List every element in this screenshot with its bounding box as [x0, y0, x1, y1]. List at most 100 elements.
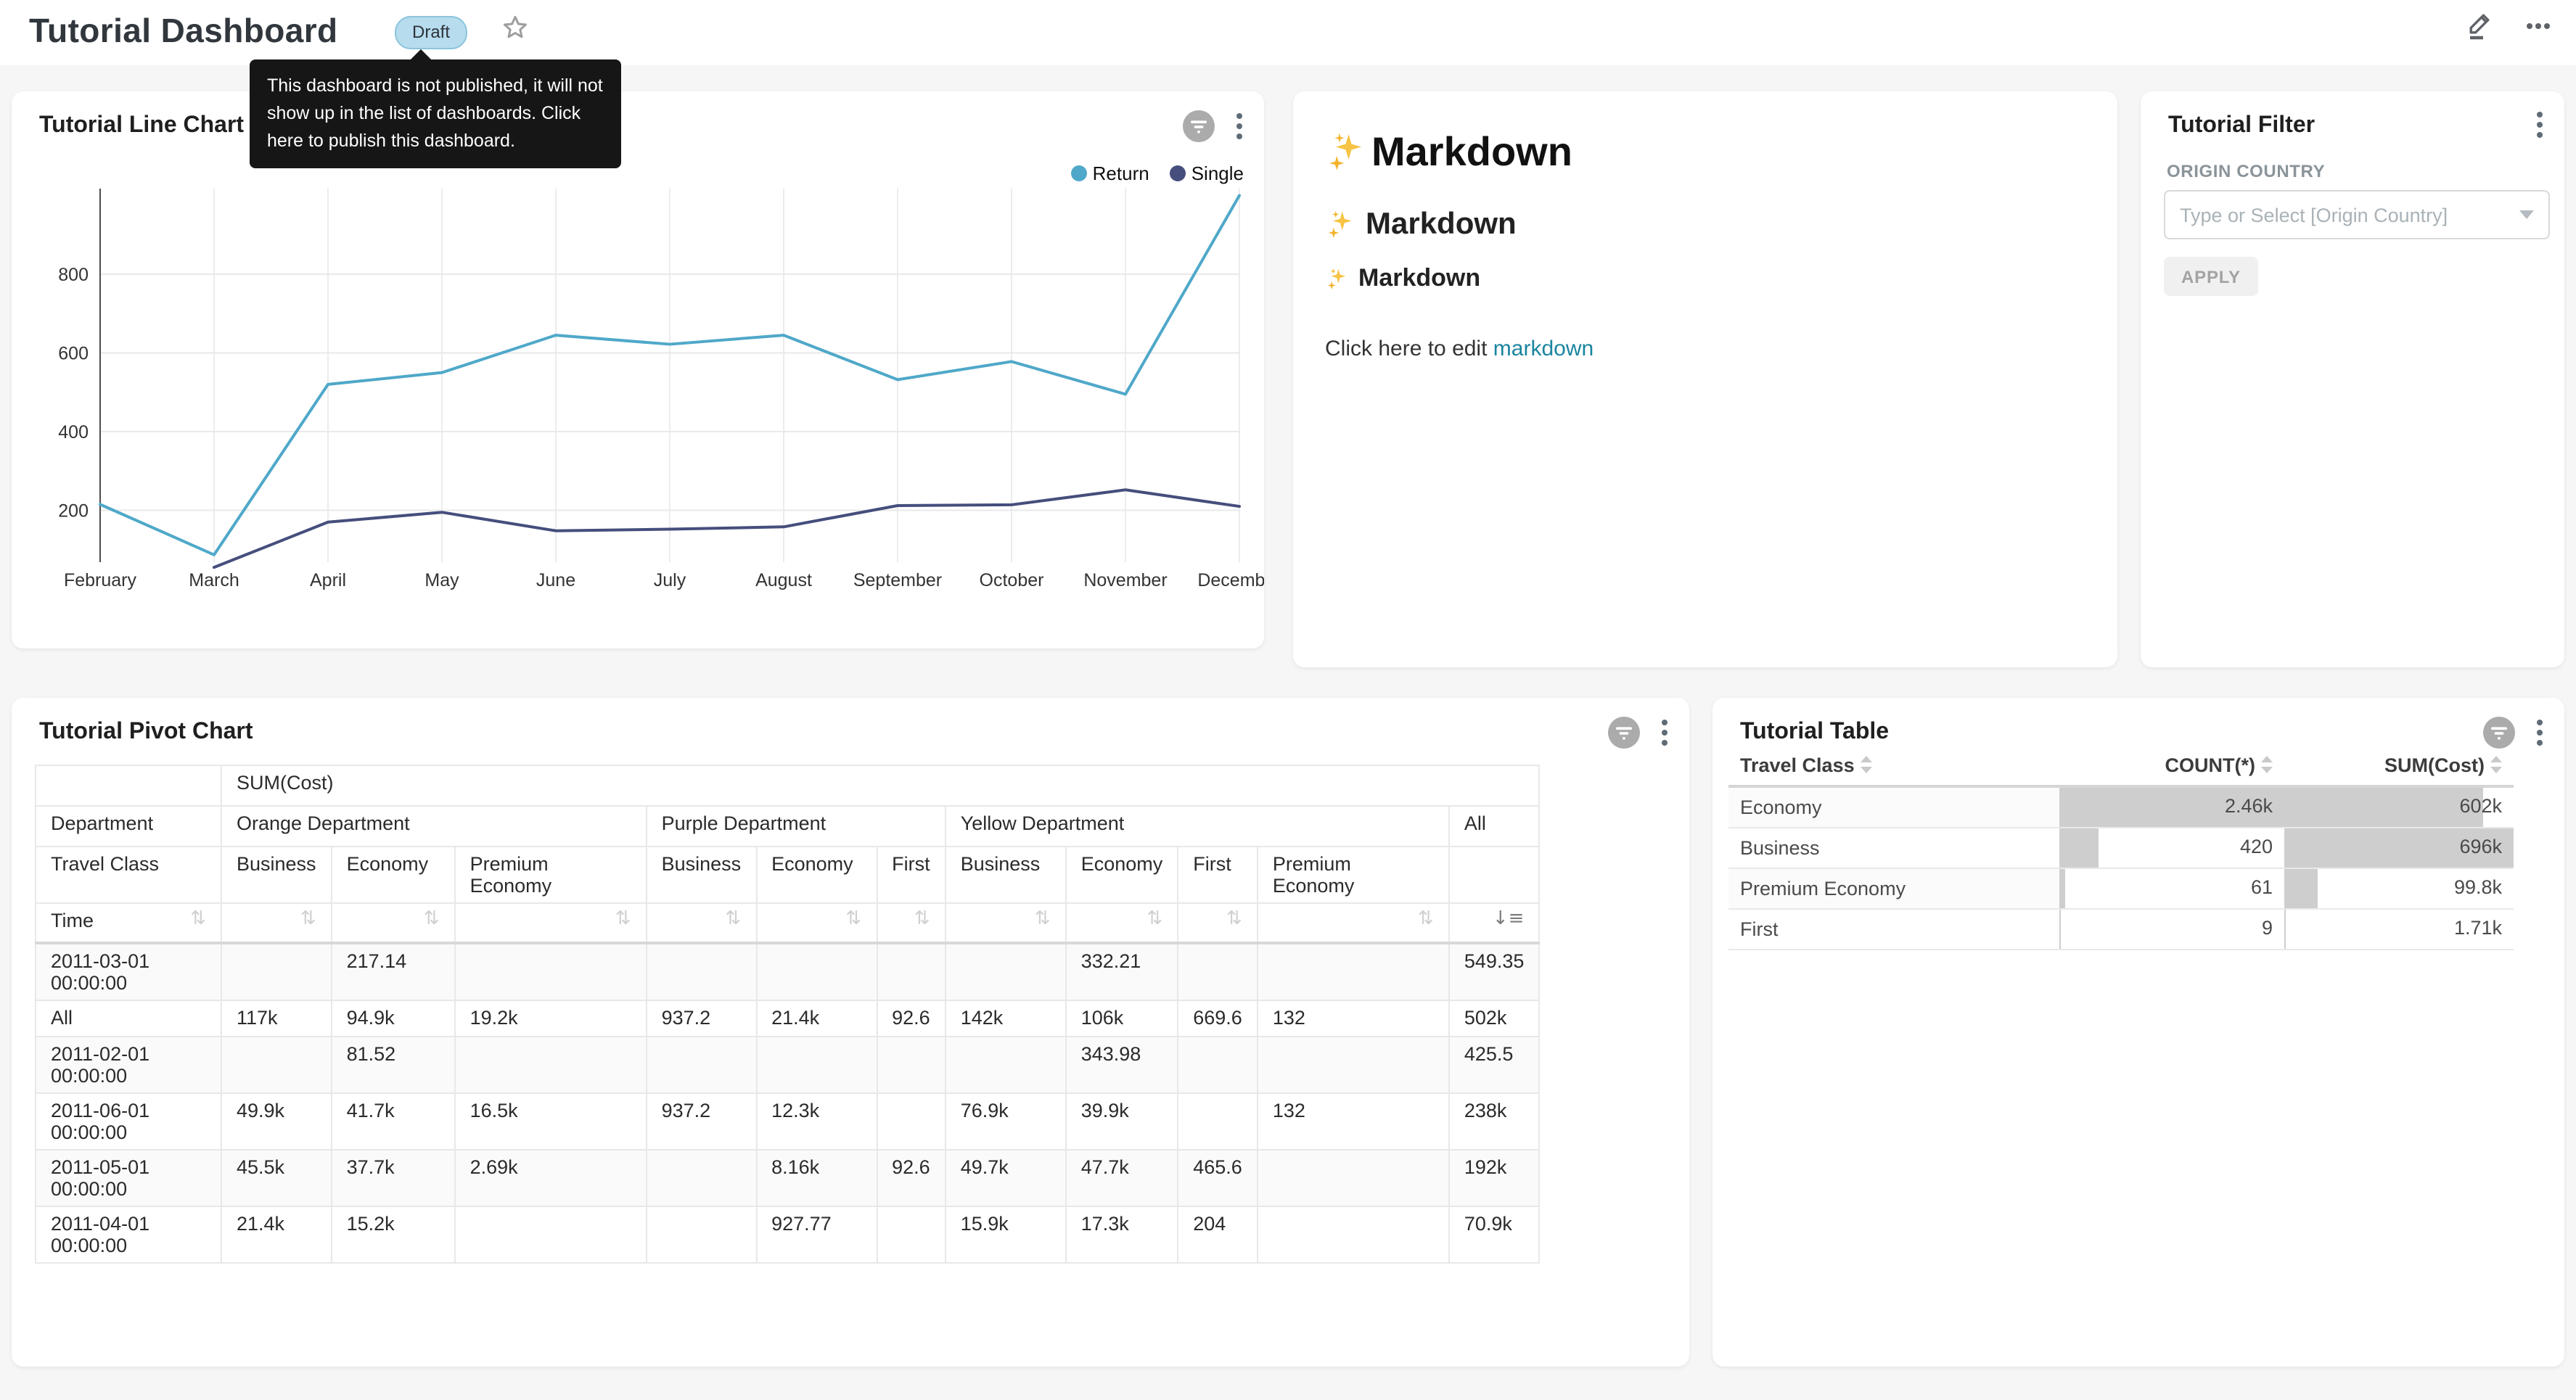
markdown-heading-2: Markdown	[1325, 207, 2085, 242]
pivot-value-cell: 204	[1178, 1206, 1258, 1263]
pivot-value-cell: 21.4k	[756, 1000, 877, 1037]
pivot-value-cell: 81.52	[332, 1037, 455, 1093]
sort-icon[interactable]	[1861, 756, 1872, 773]
pivot-value-cell	[877, 1037, 946, 1093]
status-badge[interactable]: Draft	[395, 16, 467, 49]
sort-icon[interactable]: ⇅	[190, 910, 206, 930]
pivot-class-col: Economy	[1066, 847, 1178, 903]
edit-dashboard-icon[interactable]	[2463, 9, 2498, 44]
table-row: Premium Economy 61 99.8k	[1728, 868, 2514, 909]
pivot-value-cell: 47.7k	[1066, 1150, 1178, 1206]
sum-cost-cell: 1.71k	[2284, 909, 2514, 950]
sparkles-icon	[1325, 266, 1350, 291]
sort-icon[interactable]: ⇅	[1147, 910, 1162, 930]
svg-text:October: October	[980, 570, 1044, 590]
col-header-count[interactable]: COUNT(*)	[2059, 746, 2284, 786]
col-header-travel-class[interactable]: Travel Class	[1728, 746, 2059, 786]
filter-kebab-menu-icon[interactable]	[2534, 109, 2546, 141]
table-kebab-menu-icon[interactable]	[2534, 717, 2546, 749]
filter-indicator-icon[interactable]	[1607, 715, 1641, 750]
pivot-class-col: First	[877, 847, 946, 903]
markdown-card: Markdown Markdown Markdown Click	[1293, 91, 2117, 667]
pivot-value-cell	[1258, 943, 1449, 1000]
pivot-value-cell	[647, 1206, 757, 1263]
pivot-row: 2011-04-01 00:00:0021.4k15.2k927.7715.9k…	[36, 1206, 1539, 1263]
pivot-value-cell: 425.5	[1449, 1037, 1540, 1093]
filter-indicator-icon[interactable]	[2482, 715, 2516, 750]
topbar-actions	[2463, 9, 2556, 44]
pivot-value-cell: 41.7k	[332, 1093, 455, 1150]
sort-icon[interactable]: ⇅	[424, 910, 440, 930]
svg-text:600: 600	[58, 344, 89, 364]
pivot-class-col: Economy	[756, 847, 877, 903]
sort-icon[interactable]: ⇅	[615, 910, 631, 930]
markdown-paragraph: Click here to edit markdown	[1325, 337, 2085, 361]
pivot-value-cell	[647, 943, 757, 1000]
pivot-value-cell: 2.69k	[455, 1150, 647, 1206]
sort-icon[interactable]	[2261, 756, 2273, 773]
pivot-value-cell	[1258, 1206, 1449, 1263]
pivot-value-cell: 8.16k	[756, 1150, 877, 1206]
pivot-class-col: Premium Economy	[455, 847, 647, 903]
pivot-value-cell: 12.3k	[756, 1093, 877, 1150]
sort-icon[interactable]: ⇅	[1418, 910, 1434, 930]
sum-cost-cell: 696k	[2284, 828, 2514, 868]
pivot-value-cell: 238k	[1449, 1093, 1540, 1150]
pivot-value-cell: 45.5k	[221, 1150, 332, 1206]
pivot-value-cell: 502k	[1449, 1000, 1540, 1037]
sort-icon[interactable]: ⇅	[1035, 910, 1051, 930]
pivot-value-cell	[1178, 943, 1258, 1000]
sort-icon[interactable]: ⇅	[300, 910, 316, 930]
pivot-value-cell: 49.9k	[221, 1093, 332, 1150]
pivot-value-cell: 21.4k	[221, 1206, 332, 1263]
pivot-value-cell: 92.6	[877, 1150, 946, 1206]
sort-icon[interactable]: ⇅	[725, 910, 741, 930]
pivot-class-col: Business	[946, 847, 1066, 903]
pivot-kebab-menu-icon[interactable]	[1659, 717, 1670, 749]
col-header-sum-cost[interactable]: SUM(Cost)	[2284, 746, 2514, 786]
apply-button[interactable]: APPLY	[2164, 257, 2258, 296]
pivot-value-cell	[946, 943, 1066, 1000]
more-actions-icon[interactable]	[2521, 9, 2556, 44]
svg-text:July: July	[654, 570, 686, 590]
count-bar	[2059, 910, 2060, 949]
pivot-value-cell: 669.6	[1178, 1000, 1258, 1037]
pivot-value-cell: 937.2	[647, 1093, 757, 1150]
count-cell: 9	[2059, 909, 2284, 950]
pivot-class-col: Premium Economy	[1258, 847, 1449, 903]
count-cell: 420	[2059, 828, 2284, 868]
sort-icon[interactable]	[2490, 756, 2502, 773]
svg-text:June: June	[536, 570, 575, 590]
line-chart-plot[interactable]: 200400600800FebruaryMarchAprilMayJuneJul…	[12, 91, 1264, 648]
sort-icon[interactable]: ⇅	[1226, 910, 1242, 930]
pivot-row-label: 2011-05-01 00:00:00	[36, 1150, 221, 1206]
sum-bar	[2284, 788, 2482, 827]
sort-icon[interactable]: ⇅	[914, 910, 930, 930]
pivot-row-label: 2011-04-01 00:00:00	[36, 1206, 221, 1263]
sum-bar	[2284, 869, 2317, 908]
pivot-value-cell: 217.14	[332, 943, 455, 1000]
markdown-heading-1: Markdown	[1325, 129, 2085, 176]
pivot-value-cell: 343.98	[1066, 1037, 1178, 1093]
sort-icon[interactable]: ⇅	[845, 910, 861, 930]
pivot-value-cell: 19.2k	[455, 1000, 647, 1037]
svg-text:December: December	[1197, 570, 1264, 590]
pivot-value-cell: 332.21	[1066, 943, 1178, 1000]
svg-text:April: April	[310, 570, 346, 590]
select-placeholder: Type or Select [Origin Country]	[2180, 204, 2519, 226]
pivot-class-col: Business	[647, 847, 757, 903]
pivot-row-label: 2011-06-01 00:00:00	[36, 1093, 221, 1150]
pivot-value-cell: 192k	[1449, 1150, 1540, 1206]
travel-class-cell: First	[1728, 909, 2059, 950]
favorite-star-icon[interactable]	[501, 13, 530, 42]
pivot-value-cell	[455, 1037, 647, 1093]
pivot-value-cell: 37.7k	[332, 1150, 455, 1206]
edit-markdown-link[interactable]: markdown	[1493, 337, 1593, 361]
pivot-value-cell: 94.9k	[332, 1000, 455, 1037]
sort-desc-icon[interactable]: ↓︎≡	[1493, 910, 1525, 930]
pivot-department-group: All	[1449, 806, 1540, 847]
pivot-value-cell: 17.3k	[1066, 1206, 1178, 1263]
origin-country-select[interactable]: Type or Select [Origin Country]	[2164, 190, 2550, 239]
table-row: Business 420 696k	[1728, 828, 2514, 868]
page-title: Tutorial Dashboard	[29, 12, 338, 51]
